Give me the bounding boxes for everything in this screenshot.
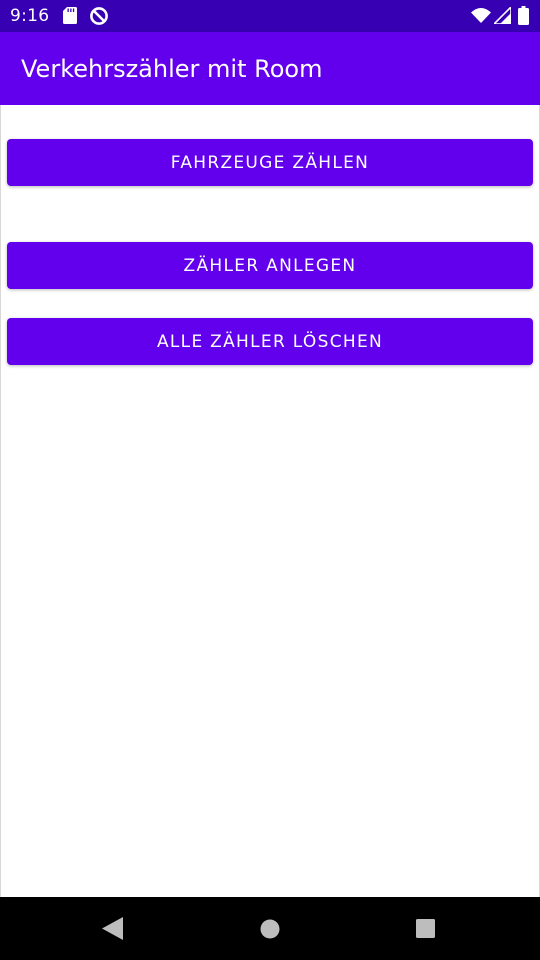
main-content [0, 105, 540, 897]
sd-card-icon [63, 7, 77, 24]
status-bar: 9:16 [0, 0, 540, 32]
home-icon[interactable] [260, 919, 280, 939]
count-vehicles-button[interactable]: FAHRZEUGE ZÄHLEN [7, 139, 533, 186]
navigation-bar [0, 897, 540, 960]
cellular-signal-icon [494, 7, 511, 24]
create-counter-button[interactable]: ZÄHLER ANLEGEN [7, 242, 533, 289]
sync-icon [90, 7, 108, 25]
app-bar: Verkehrszähler mit Room [0, 32, 540, 105]
status-time: 9:16 [10, 6, 50, 26]
recents-icon[interactable] [416, 919, 435, 938]
battery-icon [518, 6, 529, 25]
delete-all-counters-button[interactable]: ALLE ZÄHLER LÖSCHEN [7, 318, 533, 365]
wifi-icon [471, 8, 491, 23]
app-title: Verkehrszähler mit Room [21, 55, 323, 83]
back-icon[interactable] [102, 917, 123, 940]
